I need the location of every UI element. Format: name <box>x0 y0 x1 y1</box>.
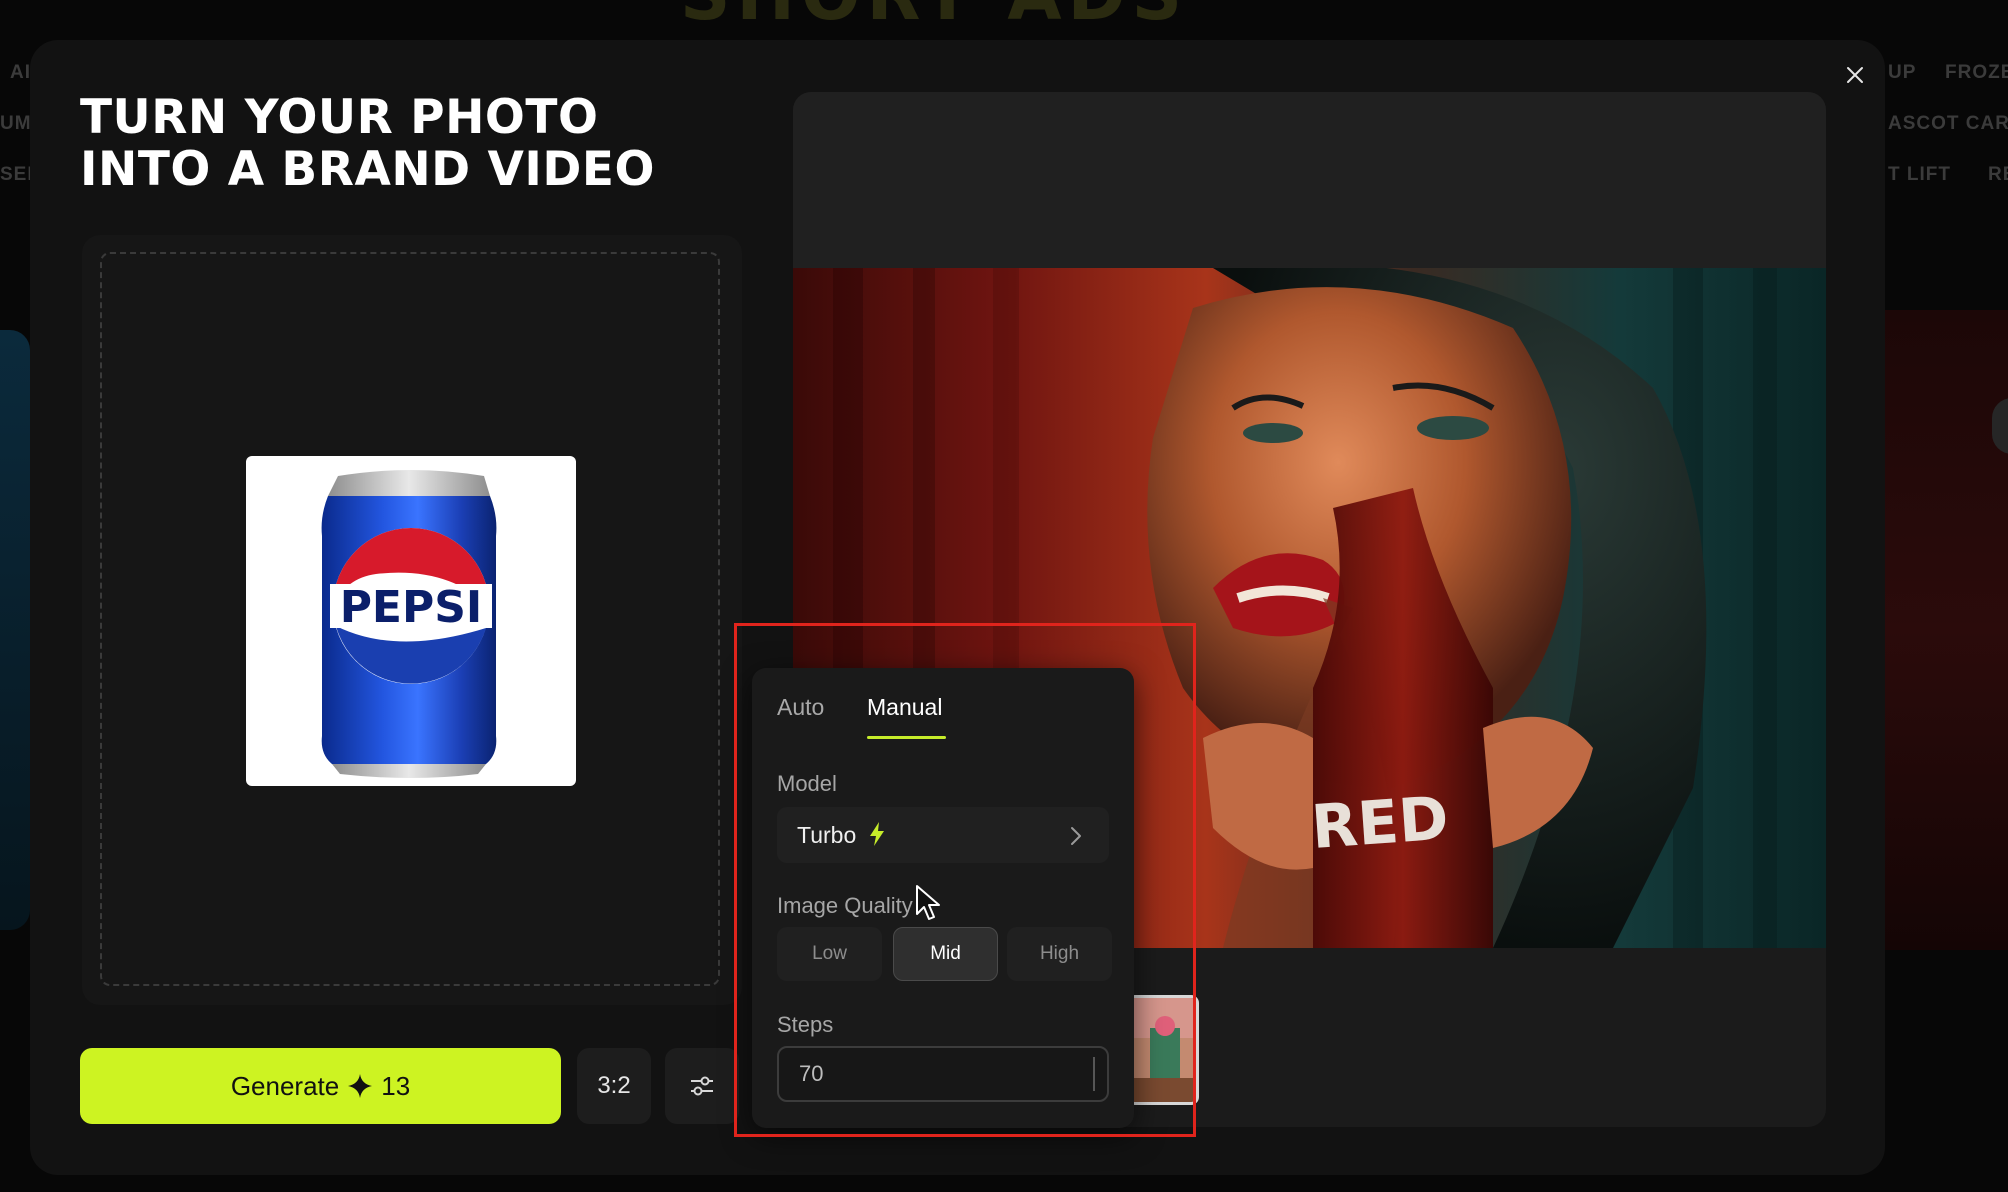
preview-header-area <box>793 92 1826 268</box>
generate-button[interactable]: Generate 13 <box>80 1048 561 1124</box>
tab-auto[interactable]: Auto <box>777 694 824 721</box>
background-chip: AI <box>10 62 31 83</box>
quality-mid-button[interactable]: Mid <box>893 927 998 981</box>
aspect-ratio-button[interactable]: 3:2 <box>577 1048 651 1124</box>
lightning-icon <box>870 822 884 846</box>
active-tab-indicator <box>867 736 946 739</box>
generate-label: Generate <box>230 1070 340 1101</box>
quality-low-button[interactable]: Low <box>777 927 882 981</box>
chevron-right-icon <box>1071 827 1081 845</box>
settings-button[interactable] <box>665 1048 739 1124</box>
background-card-left <box>0 330 30 930</box>
preview-thumbnail[interactable] <box>1127 995 1199 1105</box>
background-card-right <box>1885 310 2008 950</box>
model-select[interactable]: Turbo <box>777 807 1109 863</box>
close-button[interactable] <box>1840 60 1870 90</box>
product-label-text: PEPSI <box>340 582 483 633</box>
background-chip: FROZE <box>1945 62 2008 83</box>
uploaded-product-image[interactable]: PEPSI <box>246 456 576 786</box>
image-quality-label: Image Quality <box>777 893 913 918</box>
sliders-icon <box>691 1076 713 1096</box>
steps-label: Steps <box>777 1012 834 1037</box>
quality-high-button[interactable]: High <box>1007 927 1112 981</box>
thumbnail-image <box>1130 998 1196 1102</box>
background-chip: T LIFT <box>1888 164 1951 185</box>
title-line-1: TURN YOUR PHOTO <box>80 90 599 145</box>
background-chip: UP <box>1888 62 1917 83</box>
image-quality-segmented-control: Low Mid High <box>777 927 1112 981</box>
background-chip: RE <box>1988 164 2008 185</box>
bottle-label-text: RED <box>1309 784 1451 863</box>
mouse-cursor-icon <box>916 885 940 920</box>
background-chip: ASCOT CART <box>1888 113 2008 134</box>
modal-title: TURN YOUR PHOTO INTO A BRAND VIDEO <box>80 92 780 196</box>
tab-manual[interactable]: Manual <box>867 694 942 721</box>
model-value: Turbo <box>797 822 857 848</box>
steps-input-divider <box>1093 1057 1095 1091</box>
pepsi-can-image: PEPSI <box>321 470 497 778</box>
sparkle-icon <box>348 1074 373 1098</box>
aspect-ratio-label: 3:2 <box>597 1072 631 1099</box>
close-icon <box>1847 67 1863 83</box>
generate-credit-count: 13 <box>381 1070 411 1101</box>
model-label: Model <box>777 771 837 796</box>
background-chip: UM <box>0 113 32 134</box>
steps-input[interactable] <box>777 1046 1109 1102</box>
title-line-2: INTO A BRAND VIDEO <box>80 142 655 197</box>
background-hero-text: SHORT ADS <box>680 0 1240 24</box>
